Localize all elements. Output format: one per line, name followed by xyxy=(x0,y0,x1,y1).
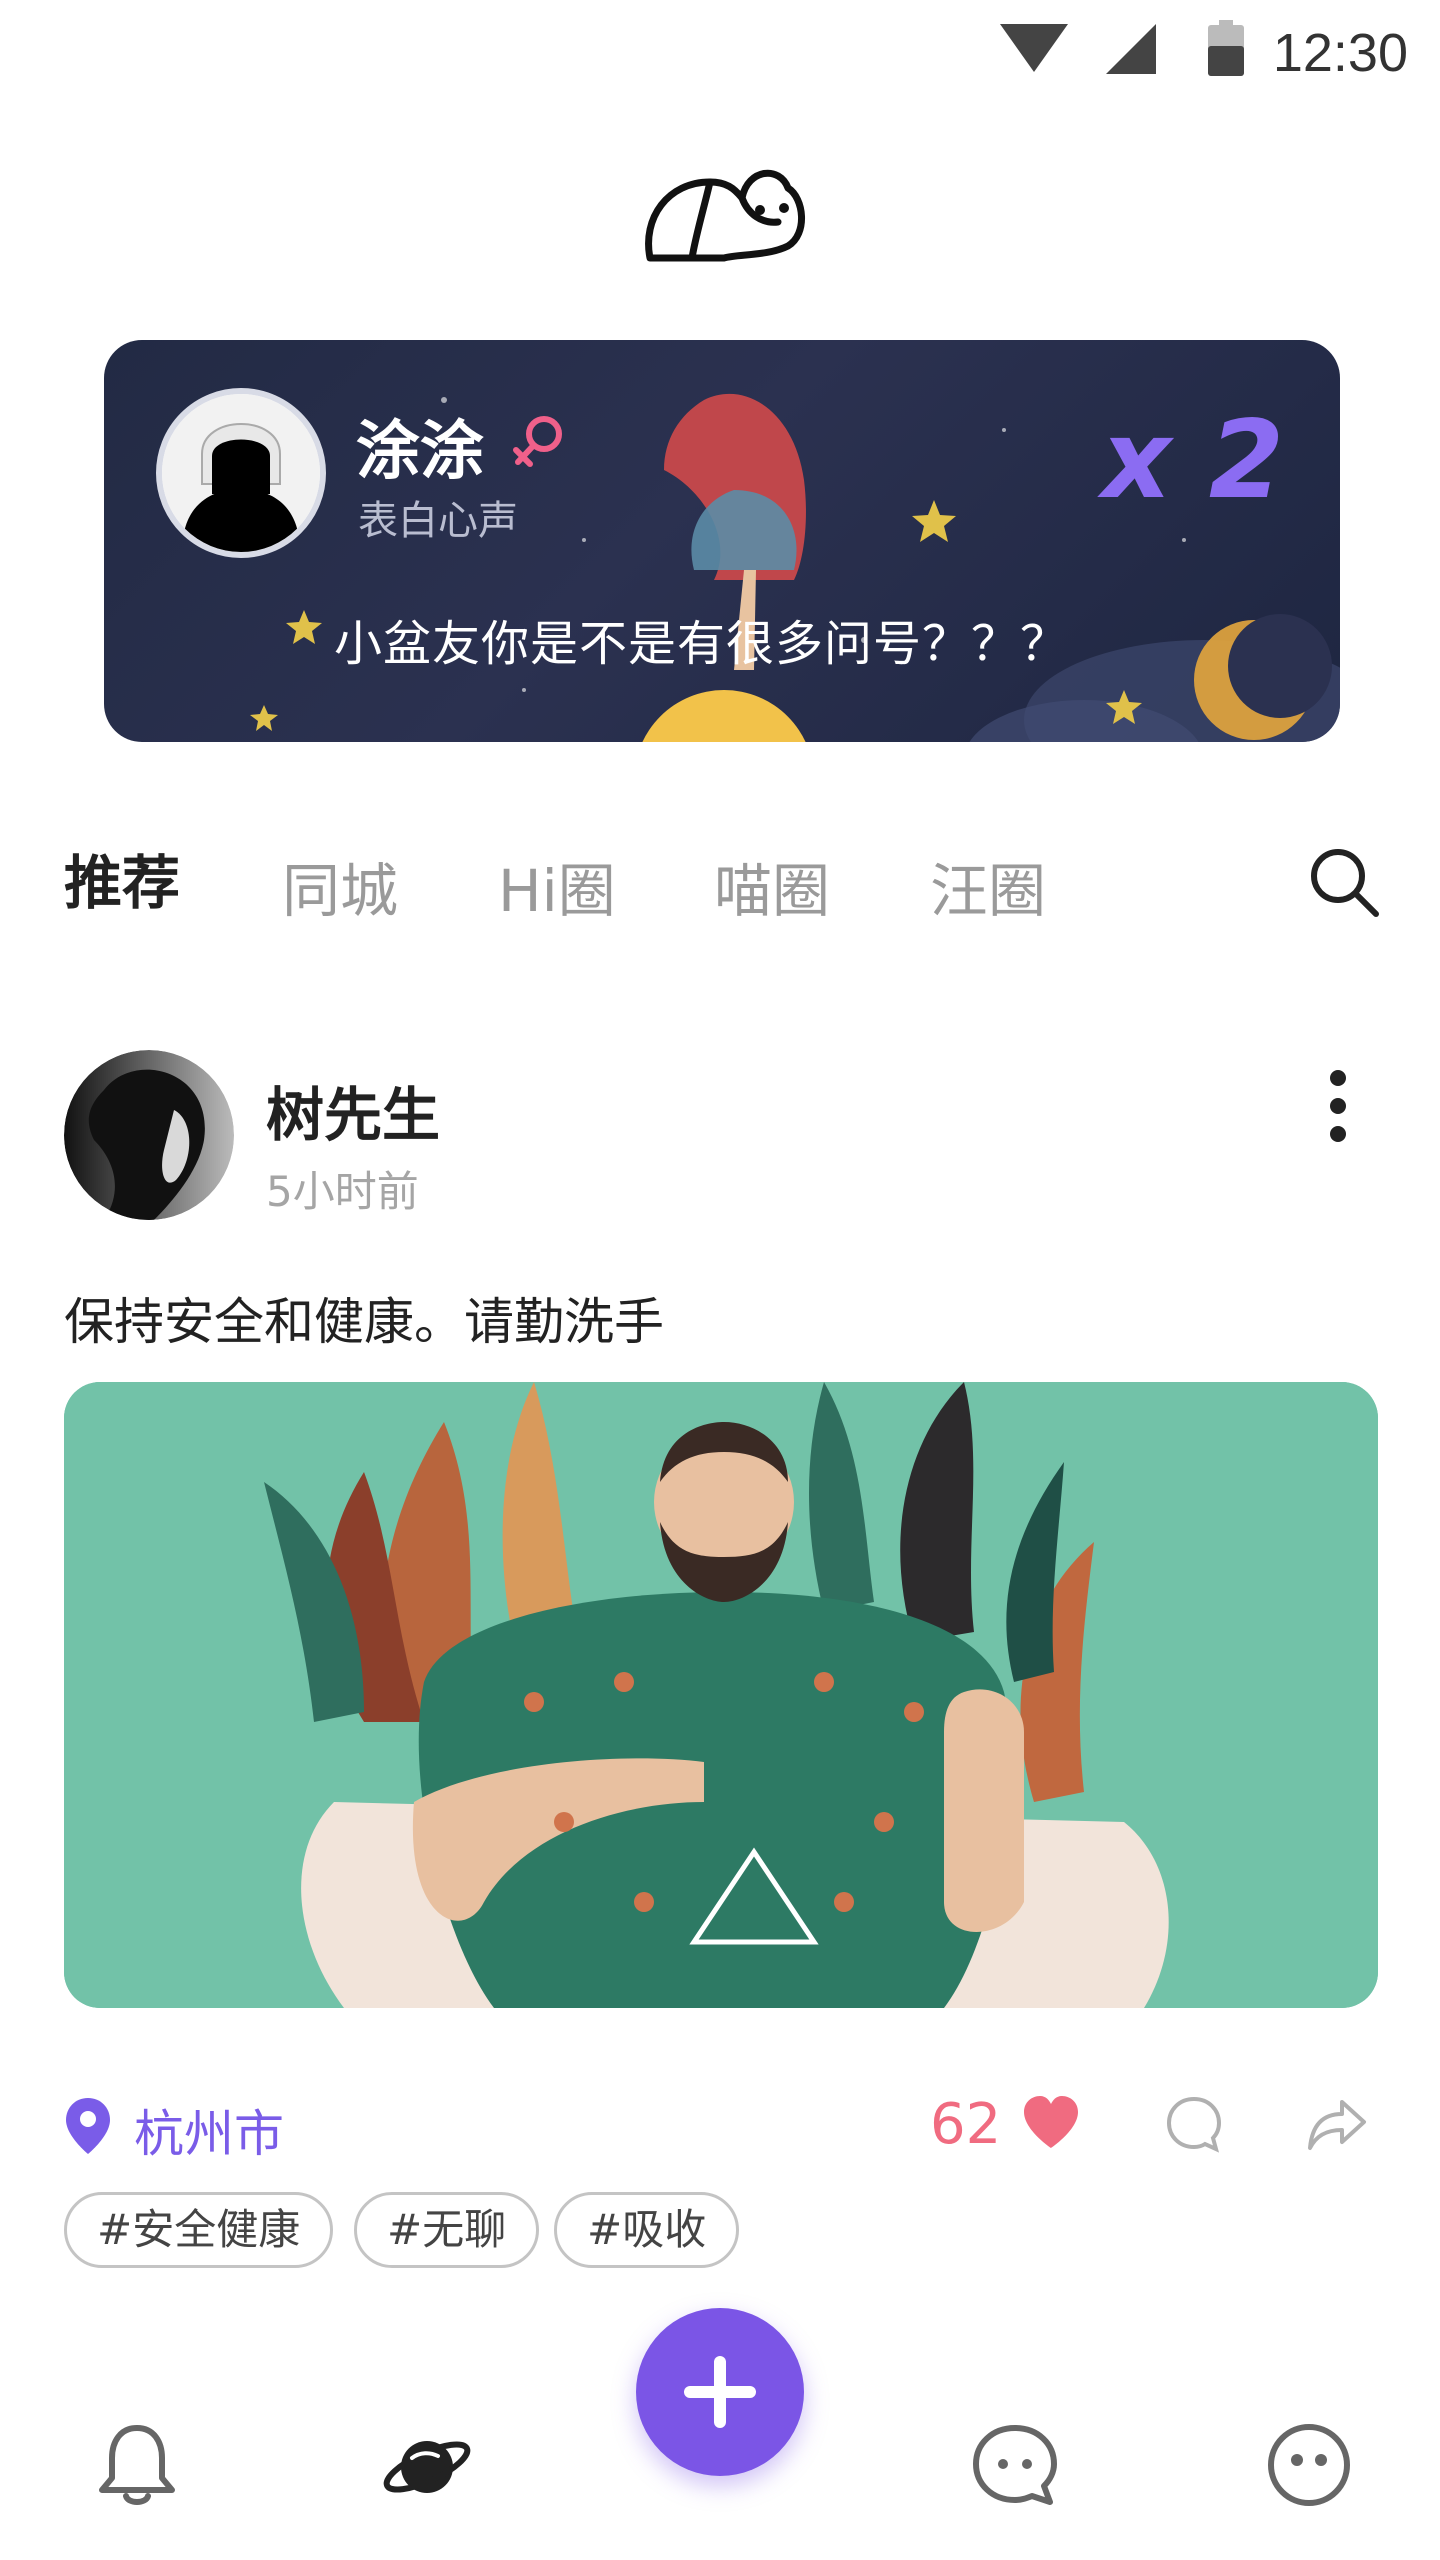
signal-icon xyxy=(1106,24,1156,74)
tag-chip[interactable]: #吸收 xyxy=(554,2192,740,2268)
heart-icon[interactable] xyxy=(1020,2092,1082,2154)
add-post-button[interactable] xyxy=(636,2308,804,2476)
search-icon[interactable] xyxy=(1306,844,1382,920)
status-time: 12:30 xyxy=(1272,23,1408,83)
tag-chip[interactable]: #无聊 xyxy=(354,2192,540,2268)
more-options-icon[interactable] xyxy=(1316,1066,1360,1146)
post-image[interactable] xyxy=(64,1382,1378,2008)
banner-user-name: 涂涂 xyxy=(356,415,484,489)
location-pin-icon xyxy=(66,2098,110,2154)
planet-icon[interactable] xyxy=(382,2422,472,2512)
chat-icon[interactable] xyxy=(970,2420,1060,2510)
app-logo xyxy=(645,169,805,262)
banner-subtitle: 表白心声 xyxy=(358,498,518,544)
post-text: 保持安全和健康。请勤洗手 xyxy=(64,1293,664,1351)
post-timestamp: 5小时前 xyxy=(266,1167,419,1216)
bell-icon[interactable] xyxy=(92,2420,182,2510)
wifi-icon xyxy=(1000,24,1068,72)
tag-chip[interactable]: #安全健康 xyxy=(64,2192,334,2268)
banner-multiplier: x 2 xyxy=(1101,398,1284,523)
comment-icon[interactable] xyxy=(1164,2094,1224,2154)
status-bar: 12:30 xyxy=(0,0,1440,110)
like-count: 62 xyxy=(930,2092,1002,2157)
banner-avatar[interactable] xyxy=(156,388,326,558)
tab-dog-circle[interactable]: 汪圈 xyxy=(930,844,1046,928)
battery-icon xyxy=(1208,20,1244,76)
share-icon[interactable] xyxy=(1306,2094,1368,2154)
smiley-icon[interactable] xyxy=(1264,2420,1354,2510)
tab-same-city[interactable]: 同城 xyxy=(282,844,398,928)
post-author-avatar[interactable] xyxy=(64,1050,234,1220)
confession-banner[interactable]: 涂涂 表白心声 x 2 小盆友你是不是有很多问号？？？ xyxy=(104,340,1340,742)
tab-cat-circle[interactable]: 喵圈 xyxy=(714,844,830,928)
feed-tabs: 推荐 同城 Hi圈 喵圈 汪圈 xyxy=(0,830,1440,940)
add-icon xyxy=(684,2356,756,2428)
banner-message: 小盆友你是不是有很多问号？？？ xyxy=(334,616,1070,672)
tab-hi-circle[interactable]: Hi圈 xyxy=(498,844,616,928)
post-author-name[interactable]: 树先生 xyxy=(266,1068,440,1152)
female-icon xyxy=(513,416,562,467)
location-city: 杭州市 xyxy=(134,2105,284,2163)
tab-recommend[interactable]: 推荐 xyxy=(64,836,180,920)
